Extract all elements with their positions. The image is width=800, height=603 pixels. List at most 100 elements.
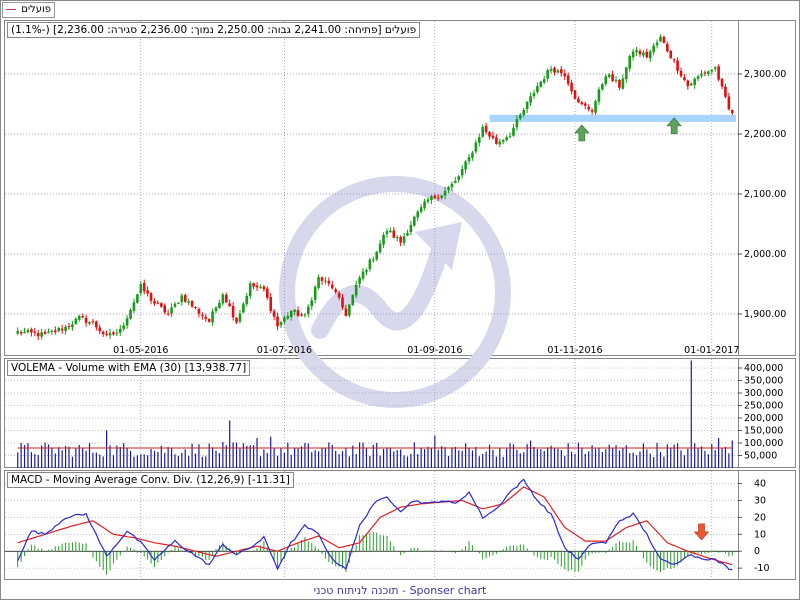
candle-body [580,102,584,105]
candle-body [590,110,594,112]
candle-body [54,330,57,333]
candle-body [488,132,491,137]
chart-svg: 1,900.00 2,000.00 2,100.00 2,200.00 2,300.00… [0,0,800,600]
candle-body [672,59,676,61]
candle-body [679,70,683,77]
candle-body [207,319,211,322]
volume-panel-title: VOLEMA - Volume with EMA (30) [13,938.77… [7,360,251,376]
candle-body [515,119,519,128]
candle-body [560,69,563,74]
candle-body [686,80,690,87]
candle-body [621,78,625,89]
candle-body [549,68,553,71]
candle-body [443,190,447,196]
macd-ytick-label-3: 20 [754,512,766,523]
candle-body [228,303,231,307]
candle-body [163,305,167,313]
candle-body [717,66,720,80]
candle-body [40,332,43,337]
candle-body [464,161,467,170]
candle-body [447,187,450,191]
price-ytick-label-0: 1,900.00 [744,309,786,320]
candle-body [631,51,635,58]
candle-body [696,76,700,79]
candle-body [481,126,484,137]
candle-body [310,300,314,307]
vol-ytick-label-7: 400,000 [744,363,783,374]
candle-body [132,302,136,311]
vol-ytick-label-0: 50,000 [744,451,777,462]
candle-body [693,78,696,85]
legend-box[interactable]: פועלים [2,2,55,18]
candle-body [255,285,259,288]
candle-body [313,286,317,300]
candle-body [153,301,156,304]
candle-body [337,292,341,298]
candle-body [95,321,98,328]
candle-body [683,77,686,81]
candle-body [122,325,125,329]
candle-body [450,183,454,188]
legend-label: פועלים [21,4,51,15]
candle-body [235,317,238,323]
candle-body [211,311,214,323]
candle-body [406,232,409,236]
candle-body [416,211,420,218]
candle-body [283,317,286,322]
macd-ytick-label-0: -10 [754,563,770,574]
candle-body [245,295,249,305]
candle-body [266,288,269,298]
candle-body [625,67,628,80]
candle-body [570,82,573,92]
candle-body [105,334,108,336]
candle-body [98,327,102,332]
candle-body [724,86,727,97]
candle-body [324,280,327,282]
price-panel-title: פועלים [פתיחה: 2,241.00 גבוה: 2,250.00 נ… [7,22,421,38]
candle-body [491,135,495,139]
candle-body [43,332,47,334]
candle-body [23,331,26,333]
candle-body [433,195,437,199]
candle-body [71,324,74,328]
candle-body [659,36,662,42]
candle-body [730,110,734,113]
candle-body [539,81,543,87]
candle-body [156,302,160,304]
candle-body [430,196,433,200]
vol-ytick-label-1: 100,000 [744,438,783,449]
candle-body [286,315,290,319]
candle-body [166,313,170,315]
candle-body [19,332,23,334]
candle-body [495,137,498,144]
price-xtick-label-4: 01-01-2017 [684,345,739,356]
candle-body [88,321,91,324]
footer-credit[interactable]: תוכנה לניתוח טכני - Sponser chart [0,583,800,599]
candle-body [242,303,245,313]
candle-body [248,283,252,297]
candle-body [573,90,577,99]
candle-body [180,295,184,303]
vol-ytick-label-3: 200,000 [744,413,783,424]
candle-body [392,230,396,238]
candle-body [645,51,649,58]
legend-swatch [6,8,16,10]
candle-body [529,96,532,103]
candle-body [320,277,324,281]
candle-body [129,309,132,319]
candle-body [358,277,361,284]
candle-body [635,50,638,53]
candle-body [542,79,546,83]
candle-body [272,311,276,317]
price-xtick-label-1: 01-07-2016 [257,345,312,356]
candle-body [307,306,310,315]
candle-body [385,231,389,235]
candle-body [354,284,358,296]
candle-body [666,43,669,52]
candle-body [642,52,645,56]
candle-body [160,303,163,307]
candle-body [221,294,225,304]
candle-body [713,67,717,69]
candle-body [252,283,255,287]
candle-body [190,301,194,307]
